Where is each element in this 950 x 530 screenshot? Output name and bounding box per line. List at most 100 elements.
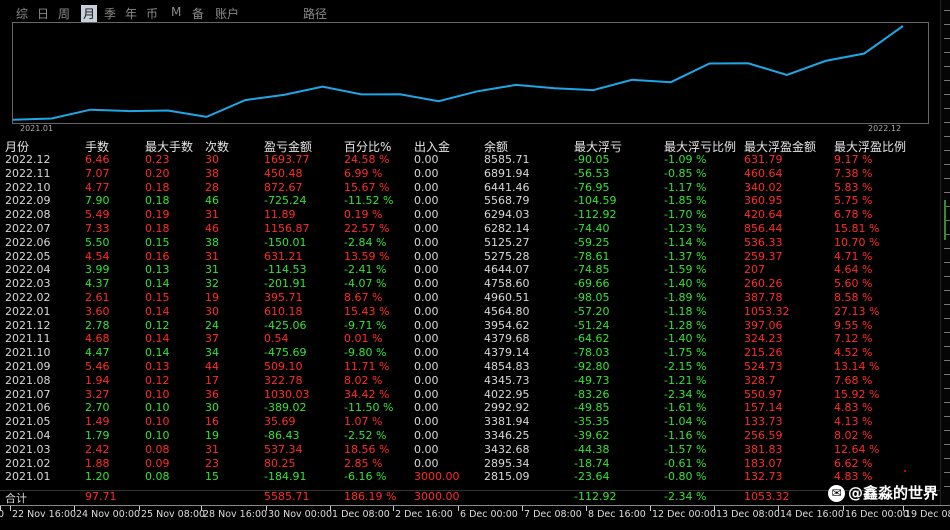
total-label: 合计 [5,492,27,505]
tab-0[interactable]: 综 [16,5,28,22]
cell-bal: 2992.92 [484,401,530,415]
cell-maxlosspct: -2.34 % [664,387,707,401]
cell-io: 0.00 [414,373,439,387]
tab-4[interactable]: 季 [104,5,116,22]
scale-tick [944,10,950,11]
cell-maxlots: 0.08 [145,442,170,456]
cell-maxloss: -49.73 [574,373,610,387]
cell-count: 19 [205,429,219,442]
cell-bal: 4379.68 [484,332,530,346]
tab-3[interactable]: 月 [81,5,98,22]
cell-pnl: 537.34 [264,442,303,456]
cell-lots: 3.27 [85,387,110,401]
cell-maxloss: -49.85 [574,401,610,415]
scale-tick [944,290,950,291]
cell-pnl: 450.48 [264,166,303,180]
time-label: 12 Dec 00:00 [652,509,716,520]
cell-maxlosspct: -1.89 % [664,291,707,304]
cell-maxprofit: 550.97 [744,387,783,401]
tab-5[interactable]: 年 [125,5,137,22]
balance-line [13,25,904,121]
cell-pct: 8.67 % [344,291,383,304]
tab-9[interactable]: 账户 [215,5,239,22]
cell-maxprofit: 260.26 [744,277,783,291]
cell-pnl: -150.01 [264,235,307,249]
cell-maxlosspct: -1.40 % [664,332,707,346]
cell-pct: 15.43 % [344,304,390,318]
cell-pnl: -389.02 [264,401,307,415]
cell-io: 0.00 [414,153,439,166]
cell-maxprofit: 536.33 [744,235,783,249]
cell-maxloss: -44.38 [574,442,610,456]
cell-lots: 5.46 [85,360,110,373]
cell-maxloss: -76.95 [574,180,610,194]
time-label: 6 Dec 00:00 [460,509,518,520]
cell-pnl: 1156.87 [264,222,310,235]
table-row: 2022.08 5.49 0.19 31 11.89 0.19 % 0.00 6294.03 -… [0,208,940,222]
price-scale[interactable] [940,0,950,505]
scale-tick [944,136,950,137]
cell-maxprofitpct: 13.14 % [834,360,880,373]
balance-chart [12,22,929,124]
cell-month: 2021.01 [5,470,51,484]
cell-maxprofitpct: 10.70 % [834,235,880,249]
cell-maxprofitpct: 5.75 % [834,194,873,208]
scale-tick [944,108,950,109]
cell-count: 46 [205,222,219,235]
weibo-logo-icon: ✉ [827,485,845,502]
cell-pnl: 11.89 [264,208,296,222]
cell-maxlots: 0.15 [145,291,170,304]
cell-pct: 24.58 % [344,153,390,166]
cell-maxloss: -74.85 [574,263,610,277]
cell-maxlots: 0.10 [145,401,170,415]
scale-tick [944,402,950,403]
cell-bal: 5275.28 [484,249,530,263]
table-row: 2022.11 7.07 0.20 38 450.48 6.99 % 0.00 6891.94… [0,167,940,181]
table-row: 2022.09 7.90 0.18 46 -725.24 -11.52 % 0.00 5568… [0,194,940,208]
table-row: 2021.06 2.70 0.10 30 -389.02 -11.50 % 0.00 2992… [0,401,940,415]
total-row: 合计 97.71 5585.71 186.19 % 3000.00 -112.9… [0,490,940,505]
scale-tick [944,430,950,431]
scale-tick [944,66,950,67]
red-marker [904,470,906,472]
tab-1[interactable]: 日 [37,5,49,22]
cell-maxprofitpct: 15.81 % [834,222,880,235]
cell-io: 0.00 [414,360,439,373]
cell-maxlots: 0.08 [145,470,170,484]
cell-maxprofitpct: 15.92 % [834,387,880,401]
cell-maxloss: -23.64 [574,470,610,484]
cell-pnl: -475.69 [264,346,307,360]
cell-month: 2021.05 [5,415,51,429]
scale-tick [944,388,950,389]
time-tick [522,506,523,511]
total-io: 3000.00 [414,490,460,503]
cell-count: 16 [205,415,219,429]
cell-maxprofitpct: 9.17 % [834,153,873,166]
cell-month: 2021.12 [5,318,51,332]
cell-maxlots: 0.19 [145,208,170,222]
cell-pct: 0.01 % [344,332,383,346]
cell-count: 31 [205,263,219,277]
scale-tick [944,24,950,25]
cell-maxloss: -59.25 [574,235,610,249]
tab-10[interactable]: 路径 [303,5,327,22]
total-maxloss: -112.92 [574,490,617,503]
cell-maxprofit: 381.83 [744,442,783,456]
tab-8[interactable]: 备 [192,5,204,22]
cell-count: 30 [205,401,219,415]
time-label: 16 Dec 00:00 [845,509,909,520]
cell-bal: 3954.62 [484,318,530,332]
tab-7[interactable]: M [171,5,181,19]
tab-6[interactable]: 币 [146,5,158,22]
cell-maxloss: -57.20 [574,304,610,318]
cell-maxprofitpct: 8.02 % [834,429,873,442]
cell-maxprofitpct: 7.12 % [834,332,873,346]
cell-bal: 4022.95 [484,387,530,401]
tab-2[interactable]: 周 [58,5,70,22]
table-row: 2021.02 1.88 0.09 23 80.25 2.85 % 0.00 2895.34 -… [0,457,940,471]
scale-tick [944,178,950,179]
cell-maxprofitpct: 7.38 % [834,166,873,180]
cell-pct: -4.07 % [344,277,387,291]
cell-count: 30 [205,304,219,318]
cell-lots: 1.94 [85,373,110,387]
